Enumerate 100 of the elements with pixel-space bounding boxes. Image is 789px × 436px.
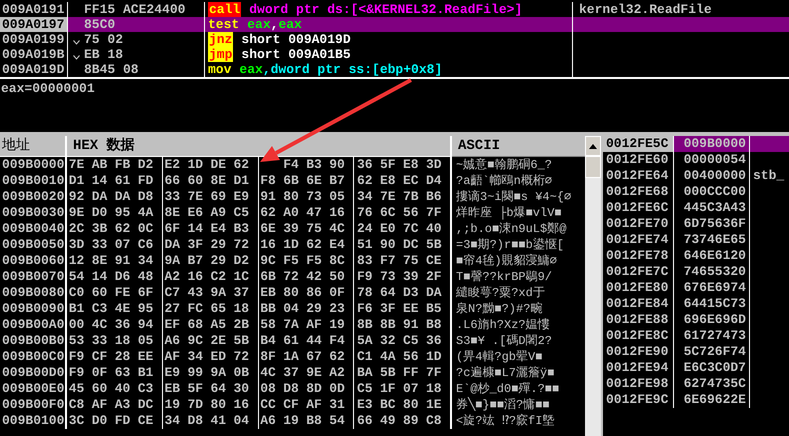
- hex-byte: A6: [164, 333, 182, 349]
- address-cell: 009B00B0: [0, 333, 67, 349]
- column-header: HEX 数据: [73, 138, 135, 154]
- bytes-text: 85C0: [84, 17, 116, 32]
- hex-byte: AB: [90, 157, 108, 173]
- hex-byte: C1: [356, 349, 374, 365]
- hex-byte: 07: [114, 237, 132, 253]
- hex-byte: 14: [186, 221, 204, 237]
- scroll-up-button[interactable]: [585, 136, 601, 156]
- address-cell: 009B0080: [0, 285, 67, 301]
- ascii-text: ?c遍槺■L7灑簷ÿ■: [456, 366, 554, 380]
- hex-byte: 5F: [186, 381, 204, 397]
- hex-byte: D6: [114, 269, 132, 285]
- address-cell: 0012FE64: [603, 168, 674, 184]
- ascii-text: (畀4輯?gb翚V■: [456, 350, 542, 364]
- hex-byte: 80: [210, 397, 228, 413]
- ascii-text: .L6旓h?Xz?媪慺: [456, 318, 550, 332]
- hex-byte: FC: [186, 301, 204, 317]
- hex-byte: 66: [164, 173, 182, 189]
- hex-byte: 2B: [232, 317, 250, 333]
- address-cell: 009B0070: [0, 269, 67, 285]
- hex-byte: B8: [305, 413, 323, 429]
- hex-byte: 16: [232, 397, 250, 413]
- register-info: eax=00000001: [1, 81, 95, 96]
- mnemonic: call: [208, 2, 242, 17]
- hex-byte: CF: [90, 349, 108, 365]
- hex-byte: 64: [379, 285, 397, 301]
- hex-byte: 33: [90, 237, 108, 253]
- hex-byte: 73: [379, 269, 397, 285]
- hex-byte: 6B: [282, 173, 300, 189]
- hex-byte: C5: [402, 333, 420, 349]
- hex-byte: 39: [282, 221, 300, 237]
- hex-byte: 36: [356, 157, 374, 173]
- hex-byte: CE: [425, 253, 443, 269]
- hex-byte: 75: [402, 253, 420, 269]
- hex-byte: 89: [402, 413, 420, 429]
- hex-byte: 5B: [379, 365, 397, 381]
- hex-byte: A3: [114, 397, 132, 413]
- hex-byte: 90: [379, 237, 397, 253]
- hex-byte: 63: [114, 365, 132, 381]
- hex-byte: EB: [164, 381, 182, 397]
- hex-byte: E8: [402, 157, 420, 173]
- hex-byte: 7A: [282, 317, 300, 333]
- hex-byte: C0: [68, 285, 86, 301]
- hex-byte: 6C: [379, 205, 397, 221]
- hex-byte: FF: [402, 365, 420, 381]
- hex-byte: B8: [425, 317, 443, 333]
- ascii-text: 繾睃萼?粟?xd于: [456, 286, 545, 300]
- hex-byte: 6E: [259, 221, 277, 237]
- hex-byte: 6E: [305, 173, 323, 189]
- scroll-thumb[interactable]: [585, 156, 601, 178]
- value-cell: 74655320: [674, 264, 750, 280]
- ascii-text: ,;b.o■涑n9uL$鄭@: [456, 222, 566, 236]
- hex-byte: 30: [232, 381, 250, 397]
- hex-byte: DE: [210, 157, 228, 173]
- hex-byte: 5B: [232, 333, 250, 349]
- hex-byte: 8D: [305, 381, 323, 397]
- hex-byte: 76: [356, 205, 374, 221]
- hex-byte: 39: [402, 269, 420, 285]
- address-cell: 009B00E0: [0, 381, 67, 397]
- hex-byte: 19: [328, 317, 346, 333]
- address-cell: 009B0010: [0, 173, 67, 189]
- hex-byte: 4A: [379, 349, 397, 365]
- hex-byte: 7E: [186, 189, 204, 205]
- hex-byte: A2: [328, 365, 346, 381]
- address-cell: 0012FE88: [603, 312, 674, 328]
- hex-byte: 4C: [328, 221, 346, 237]
- hex-byte: D8: [282, 381, 300, 397]
- hex-byte: 1D: [282, 237, 300, 253]
- hex-byte: 16: [186, 269, 204, 285]
- hex-byte: 04: [282, 301, 300, 317]
- value-cell: 676E6974: [674, 280, 750, 296]
- hex-byte: F5: [282, 253, 300, 269]
- hex-byte: B1: [136, 365, 154, 381]
- hex-byte: B1: [68, 301, 86, 317]
- hex-byte: 1D: [425, 349, 443, 365]
- hex-byte: 36: [425, 333, 443, 349]
- hex-byte: CF: [282, 397, 300, 413]
- hex-byte: 5F: [379, 157, 397, 173]
- hex-byte: 14: [90, 269, 108, 285]
- hex-byte: 68: [186, 317, 204, 333]
- address-cell: 009B00C0: [0, 349, 67, 365]
- hex-byte: 8B: [356, 317, 374, 333]
- ascii-text: S3■Ұ .[碼D闍2?: [456, 334, 552, 348]
- hex-byte: C3: [90, 301, 108, 317]
- hex-byte: FD: [136, 173, 154, 189]
- hex-byte: ED: [210, 349, 228, 365]
- hex-byte: 29: [305, 301, 323, 317]
- hex-byte: 40: [425, 221, 443, 237]
- hex-byte: AF: [305, 317, 323, 333]
- hex-byte: 1A: [282, 349, 300, 365]
- hex-byte: 78: [356, 285, 374, 301]
- hex-byte: DA: [425, 285, 443, 301]
- hex-byte: 60: [90, 381, 108, 397]
- hex-byte: EB: [259, 285, 277, 301]
- hex-byte: 80: [282, 189, 300, 205]
- hex-byte: 56: [402, 349, 420, 365]
- hex-byte: 61: [114, 173, 132, 189]
- hex-byte: 91: [402, 317, 420, 333]
- hex-byte: 27: [164, 301, 182, 317]
